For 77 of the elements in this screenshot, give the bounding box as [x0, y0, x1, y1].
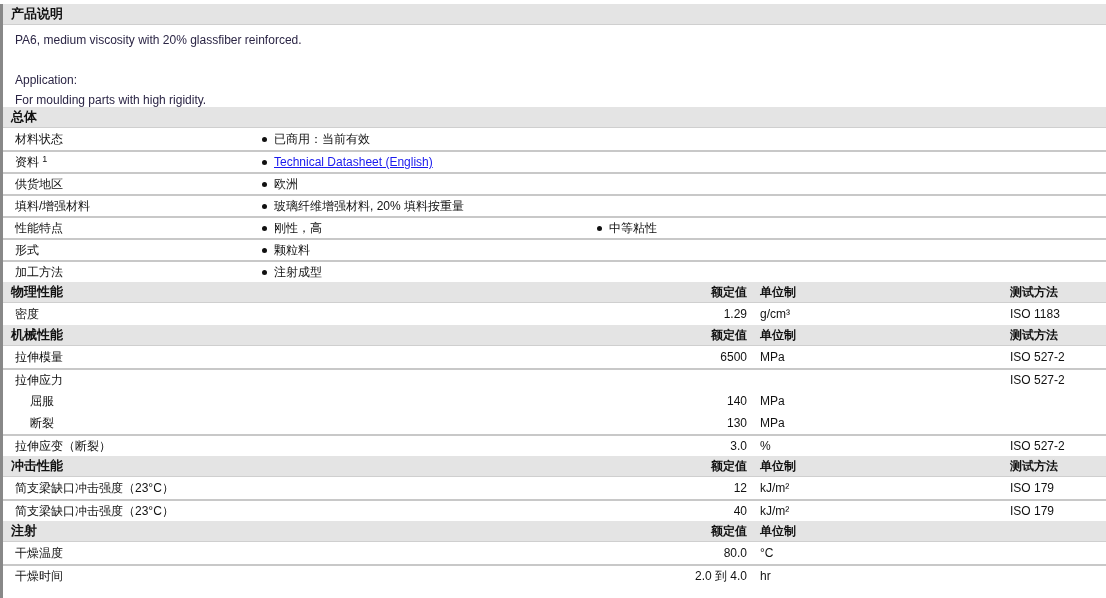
- property-value: 1.29: [722, 306, 748, 323]
- column-heading: 测试方法: [1009, 284, 1059, 301]
- column-heading: 单位制: [759, 284, 797, 301]
- section-title: 总体: [11, 108, 38, 127]
- unit-label: kJ/m²: [759, 503, 791, 520]
- section-title: 产品说明: [11, 5, 64, 24]
- section-title: 冲击性能: [10, 457, 64, 476]
- property-value: 颗粒料: [274, 242, 310, 259]
- property-value: 80.0: [722, 545, 748, 562]
- column-heading: 额定值: [710, 327, 748, 344]
- property-label: 密度: [14, 306, 40, 323]
- section-title: 物理性能: [10, 283, 64, 302]
- bullet-icon: [262, 136, 267, 142]
- section-title: 注射: [10, 522, 38, 541]
- property-value: 2.0 到 4.0: [693, 568, 748, 585]
- test-method: ISO 527-2: [1009, 438, 1066, 455]
- column-heading: 单位制: [759, 523, 797, 540]
- property-label: 填料/增强材料: [14, 198, 92, 215]
- property-value: 玻璃纤维增强材料, 20% 填料按重量: [274, 198, 465, 215]
- property-label: 性能特点: [14, 220, 64, 237]
- column-heading: 额定值: [710, 284, 748, 301]
- test-method: ISO 527-2: [1009, 349, 1066, 366]
- test-method: ISO 527-2: [1009, 372, 1066, 389]
- property-label: 拉伸应力: [14, 372, 64, 389]
- property-label: 供货地区: [14, 176, 64, 193]
- unit-label: %: [759, 438, 772, 455]
- property-value: 40: [732, 503, 748, 520]
- property-label: 干燥时间: [14, 568, 64, 585]
- column-heading: 额定值: [710, 523, 748, 540]
- property-value: 3.0: [729, 438, 748, 455]
- property-label: 简支梁缺口冲击强度（23°C）: [14, 503, 175, 520]
- column-heading: 额定值: [710, 458, 748, 475]
- datasheet-link[interactable]: Technical Datasheet (English): [274, 153, 433, 171]
- test-method: ISO 179: [1009, 503, 1056, 520]
- unit-label: MPa: [759, 393, 786, 410]
- description-text: Application:: [15, 72, 79, 89]
- property-value: 欧洲: [274, 176, 298, 193]
- bullet-icon: [262, 181, 267, 187]
- section-title: 机械性能: [9, 326, 64, 345]
- bullet-icon: [262, 159, 267, 165]
- bullet-icon: [262, 269, 267, 275]
- property-value: 130: [725, 415, 748, 432]
- description-text: PA6, medium viscosity with 20% glassfiber reinforced.: [15, 32, 303, 49]
- unit-label: MPa: [759, 415, 786, 432]
- property-value: 中等粘性: [609, 220, 657, 237]
- property-value: 刚性，高: [274, 220, 322, 237]
- property-value: 已商用：当前有效: [274, 131, 370, 148]
- column-heading: 测试方法: [1009, 458, 1059, 475]
- test-method: ISO 1183: [1009, 306, 1061, 323]
- bullet-icon: [262, 225, 267, 231]
- property-label: 形式: [14, 242, 40, 259]
- property-label: 屈服: [29, 393, 55, 410]
- unit-label: g/cm³: [759, 306, 791, 323]
- property-label: 拉伸模量: [14, 349, 64, 366]
- property-value: 6500: [719, 349, 748, 366]
- property-label: 干燥温度: [14, 545, 64, 562]
- bullet-icon: [262, 203, 267, 209]
- property-label: 材料状态: [14, 131, 64, 148]
- unit-label: kJ/m²: [759, 480, 791, 497]
- column-heading: 单位制: [759, 327, 797, 344]
- unit-label: MPa: [759, 349, 786, 366]
- property-label: 断裂: [29, 415, 55, 432]
- property-label: 资料 $^{1}$: [14, 153, 49, 171]
- property-value: 12: [732, 480, 748, 497]
- property-value: 140: [725, 393, 748, 410]
- bullet-icon: [597, 225, 602, 231]
- property-value: 注射成型: [274, 264, 322, 281]
- property-label: 简支梁缺口冲击强度（23°C）: [14, 480, 175, 497]
- test-method: ISO 179: [1009, 480, 1056, 497]
- property-label: 拉伸应变（断裂）: [14, 438, 112, 455]
- description-text: For moulding parts with high rigidity.: [15, 92, 208, 109]
- column-heading: 测试方法: [1009, 327, 1059, 344]
- unit-label: hr: [759, 568, 772, 585]
- column-heading: 单位制: [759, 458, 797, 475]
- bullet-icon: [262, 247, 267, 253]
- property-label: 加工方法: [14, 264, 64, 281]
- unit-label: °C: [759, 545, 775, 562]
